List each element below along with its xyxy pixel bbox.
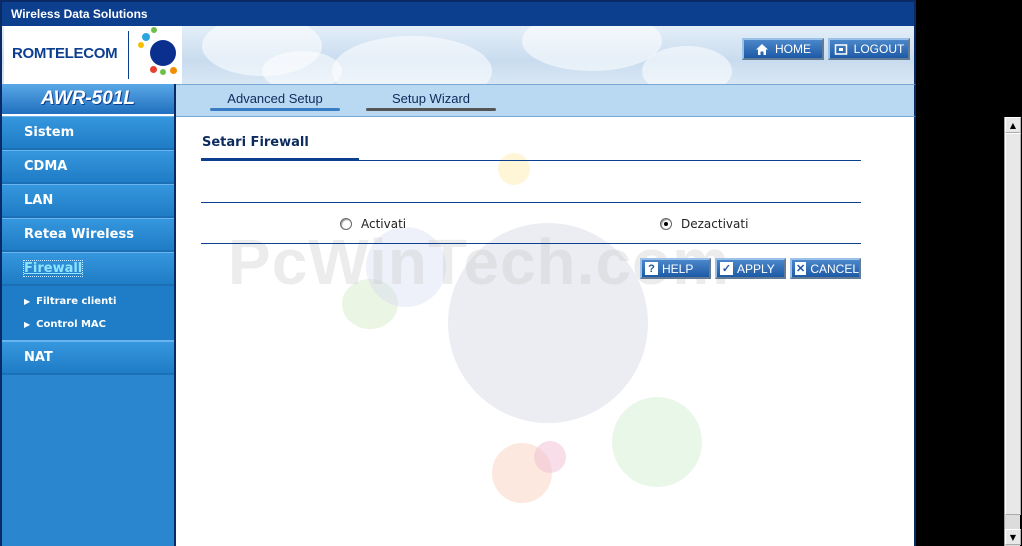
tab-label: Advanced Setup bbox=[227, 90, 323, 106]
window-title: Wireless Data Solutions bbox=[11, 7, 148, 21]
close-icon: ✕ bbox=[795, 262, 807, 275]
logo-mark-dot bbox=[170, 67, 177, 74]
subitem-label: Filtrare clienti bbox=[36, 296, 117, 307]
background-bubble bbox=[498, 153, 530, 185]
logo-mark-dot bbox=[142, 33, 150, 41]
radio-dezactivati[interactable] bbox=[660, 218, 672, 230]
sidebar-item-label: NAT bbox=[24, 350, 53, 365]
background-bubble bbox=[534, 441, 566, 473]
logo-divider bbox=[128, 31, 129, 79]
tab-underline bbox=[210, 108, 340, 111]
sidebar-item-label: Retea Wireless bbox=[24, 227, 134, 242]
arrow-down-icon: ▼ bbox=[1009, 532, 1017, 542]
sidebar-item-label: LAN bbox=[24, 193, 54, 208]
divider bbox=[201, 160, 861, 161]
option-dezactivati[interactable]: Dezactivati bbox=[660, 217, 748, 231]
model-name: AWR-501L bbox=[41, 88, 135, 109]
vertical-scrollbar[interactable]: ▲ ▼ bbox=[1004, 117, 1021, 546]
main-content: PcWinTech.com Setari Firewall Activati D… bbox=[176, 117, 916, 546]
logout-label: LOGOUT bbox=[853, 42, 905, 56]
help-label: HELP bbox=[662, 261, 694, 276]
logo: ROMTELECOM bbox=[4, 26, 182, 84]
brand-name: ROMTELECOM bbox=[12, 45, 118, 62]
top-tab-strip: Advanced Setup Setup Wizard bbox=[176, 84, 916, 117]
check-icon: ✓ bbox=[720, 262, 733, 275]
caret-right-icon: ▶ bbox=[24, 320, 31, 329]
divider bbox=[201, 243, 861, 244]
window-title-bar: Wireless Data Solutions bbox=[0, 0, 916, 26]
arrow-up-icon: ▲ bbox=[1009, 120, 1017, 130]
cancel-label: CANCEL bbox=[810, 261, 859, 276]
background-bubble bbox=[612, 397, 702, 487]
logo-mark-dot bbox=[150, 40, 176, 66]
sidebar-item-label: Sistem bbox=[24, 125, 75, 140]
cancel-button[interactable]: ✕ CANCEL bbox=[790, 258, 861, 279]
sidebar-item-label: Firewall bbox=[22, 260, 84, 277]
logo-mark-dot bbox=[150, 66, 157, 73]
caret-right-icon: ▶ bbox=[24, 297, 31, 306]
home-button[interactable]: HOME bbox=[742, 38, 824, 60]
header-banner: ROMTELECOM HOME LOGOUT bbox=[0, 26, 916, 84]
sidebar-item-firewall[interactable]: Firewall bbox=[2, 252, 174, 286]
firewall-subnav: ▶ Filtrare clienti ▶ Control MAC bbox=[2, 286, 174, 341]
subitem-label: Control MAC bbox=[36, 319, 107, 330]
router-admin-frame: Wireless Data Solutions ROMTELECOM HOME … bbox=[0, 0, 916, 546]
sidebar-nav: AWR-501L Sistem CDMA LAN Retea Wireless … bbox=[0, 84, 176, 546]
model-badge: AWR-501L bbox=[2, 84, 174, 116]
tab-underline bbox=[366, 108, 496, 111]
sidebar-subitem-filtrare-clienti[interactable]: ▶ Filtrare clienti bbox=[2, 290, 174, 313]
logo-mark-dot bbox=[151, 27, 157, 33]
scroll-down-button[interactable]: ▼ bbox=[1005, 529, 1021, 545]
sidebar-item-lan[interactable]: LAN bbox=[2, 184, 174, 218]
help-button[interactable]: ? HELP bbox=[640, 258, 711, 279]
home-icon bbox=[756, 43, 768, 55]
home-label: HOME bbox=[775, 42, 811, 56]
tab-setup-wizard[interactable]: Setup Wizard bbox=[366, 85, 496, 111]
sidebar-item-cdma[interactable]: CDMA bbox=[2, 150, 174, 184]
logo-mark-dot bbox=[160, 69, 166, 75]
tab-advanced-setup[interactable]: Advanced Setup bbox=[210, 85, 340, 111]
apply-button[interactable]: ✓ APPLY bbox=[715, 258, 786, 279]
logout-button[interactable]: LOGOUT bbox=[828, 38, 910, 60]
sidebar-item-label: CDMA bbox=[24, 159, 68, 174]
sidebar-item-retea-wireless[interactable]: Retea Wireless bbox=[2, 218, 174, 252]
scrollbar-thumb[interactable] bbox=[1005, 133, 1021, 515]
sidebar-item-nat[interactable]: NAT bbox=[2, 341, 174, 375]
option-activati[interactable]: Activati bbox=[340, 217, 406, 231]
section-title: Setari Firewall bbox=[202, 135, 309, 150]
apply-label: APPLY bbox=[737, 261, 775, 276]
help-icon: ? bbox=[645, 262, 658, 275]
logo-mark-dot bbox=[138, 42, 144, 48]
radio-activati[interactable] bbox=[340, 218, 352, 230]
sidebar-subitem-control-mac[interactable]: ▶ Control MAC bbox=[2, 313, 174, 336]
divider bbox=[201, 202, 861, 203]
tab-label: Setup Wizard bbox=[391, 90, 471, 106]
scroll-up-button[interactable]: ▲ bbox=[1005, 117, 1021, 133]
option-label: Activati bbox=[361, 217, 407, 231]
option-label: Dezactivati bbox=[681, 217, 749, 231]
sidebar-item-sistem[interactable]: Sistem bbox=[2, 116, 174, 150]
logout-icon bbox=[834, 43, 847, 55]
